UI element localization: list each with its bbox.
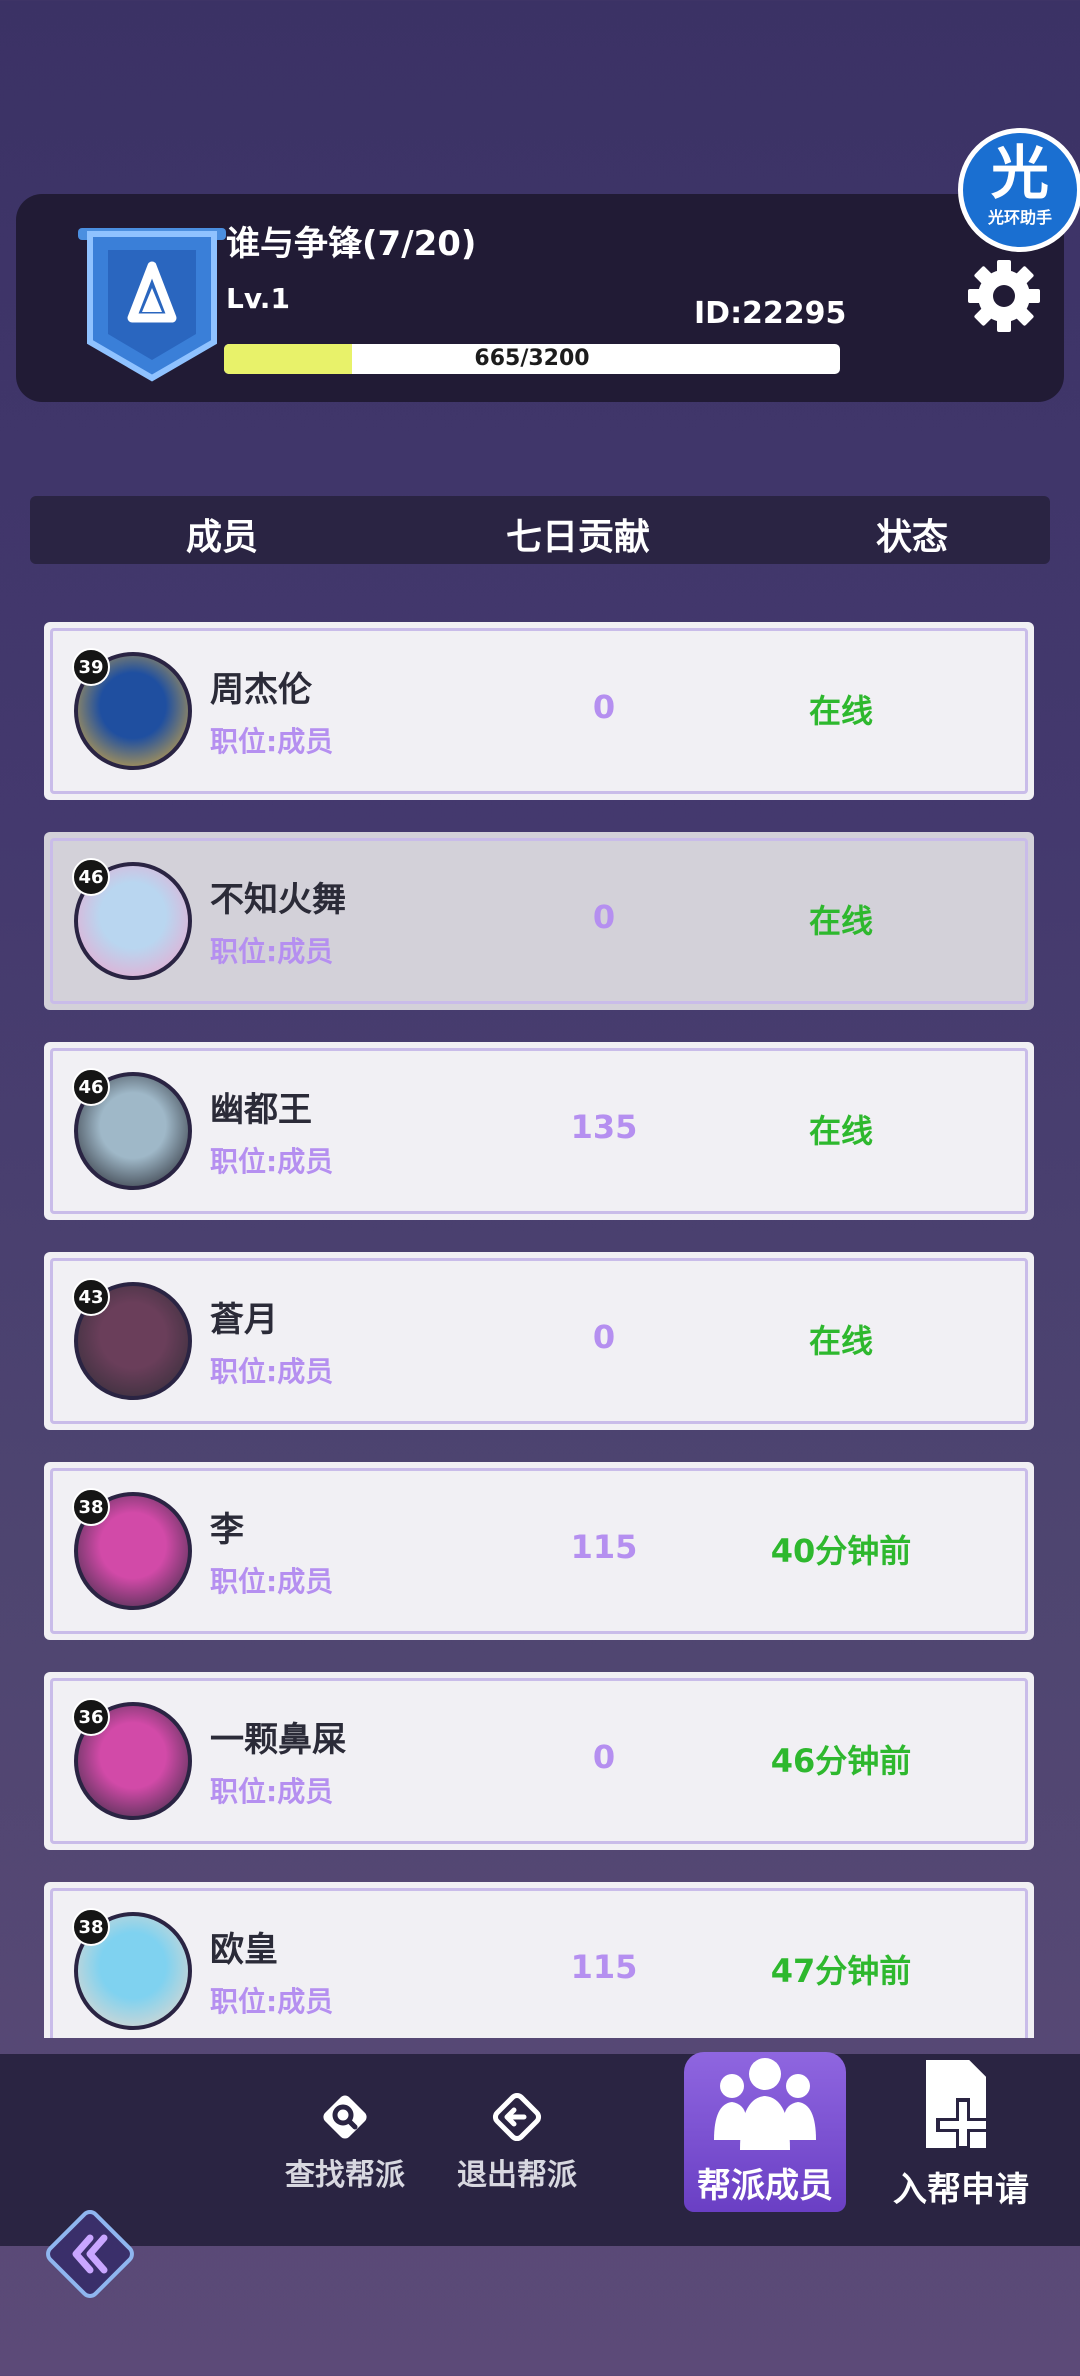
- nav-find-guild-label: 查找帮派: [285, 2158, 405, 2193]
- helper-badge-glyph: 光: [990, 139, 1049, 207]
- helper-assistant-badge[interactable]: 光 光环助手: [958, 128, 1080, 252]
- member-list[interactable]: 39 周杰伦 职位:成员 0 在线 46 不知火舞 职位:成员 0 在线 46 幽都王 职位:成员 135…: [44, 622, 1036, 2038]
- guild-info-card: 谁与争锋(7/20) Lv.1 ID:22295 665/3200: [16, 194, 1064, 402]
- member-row[interactable]: 46 幽都王职位:成员 135 在线: [44, 1042, 1034, 1220]
- member-status: 在线: [808, 902, 873, 940]
- member-role: 职位:成员: [210, 1985, 334, 2018]
- nav-leave-guild[interactable]: 退出帮派: [442, 2088, 592, 2194]
- nav-join-requests[interactable]: 入帮申请: [878, 2054, 1044, 2211]
- member-name: 不知火舞: [210, 880, 346, 920]
- member-contribution: 115: [570, 1528, 638, 1566]
- header-member: 成员: [186, 517, 259, 558]
- member-row[interactable]: 46 不知火舞职位:成员 0 在线: [44, 832, 1034, 1010]
- member-contribution: 0: [592, 688, 616, 726]
- member-row[interactable]: 38 李职位:成员 115 40分钟前: [44, 1462, 1034, 1640]
- member-status: 在线: [808, 1322, 873, 1360]
- member-row[interactable]: 36 一颗鼻屎职位:成员 0 46分钟前: [44, 1672, 1034, 1850]
- guild-level: Lv.1: [226, 282, 290, 315]
- member-contribution: 0: [592, 1738, 616, 1776]
- member-row[interactable]: 39 周杰伦职位:成员 0 在线: [44, 622, 1034, 800]
- guild-members-icon: [714, 2058, 816, 2150]
- member-contribution: 0: [592, 898, 616, 936]
- member-contribution: 115: [570, 1948, 638, 1986]
- member-role: 职位:成员: [210, 1355, 334, 1388]
- member-level-badge: 46: [72, 858, 110, 896]
- guild-xp-bar: 665/3200: [224, 344, 840, 374]
- member-table-header: 成员 七日贡献 状态: [30, 496, 1050, 564]
- member-status: 在线: [808, 1112, 873, 1150]
- member-role: 职位:成员: [210, 1145, 334, 1178]
- leave-guild-icon: [492, 2092, 542, 2142]
- guild-id: ID:22295: [694, 296, 847, 331]
- guild-banner-icon: [78, 228, 226, 382]
- helper-badge-label: 光环助手: [987, 208, 1052, 227]
- member-name: 蒼月: [210, 1300, 278, 1340]
- guild-xp-text: 665/3200: [474, 346, 590, 371]
- member-name: 周杰伦: [210, 670, 312, 710]
- member-contribution: 0: [592, 1318, 616, 1356]
- member-row[interactable]: 43 蒼月职位:成员 0 在线: [44, 1252, 1034, 1430]
- member-status: 在线: [808, 692, 873, 730]
- member-role: 职位:成员: [210, 1565, 334, 1598]
- member-name: 幽都王: [210, 1090, 312, 1130]
- member-name: 李: [210, 1510, 244, 1550]
- member-contribution: 135: [570, 1108, 638, 1146]
- member-role: 职位:成员: [210, 1775, 334, 1808]
- nav-guild-members[interactable]: 帮派成员: [684, 2054, 846, 2207]
- member-role: 职位:成员: [210, 935, 334, 968]
- back-button[interactable]: [40, 2204, 140, 2304]
- nav-join-requests-label: 入帮申请: [893, 2170, 1029, 2210]
- member-level-badge: 38: [72, 1908, 110, 1946]
- header-contribution: 七日贡献: [506, 517, 651, 558]
- nav-guild-members-label: 帮派成员: [697, 2166, 833, 2206]
- settings-gear-icon[interactable]: [966, 258, 1042, 334]
- member-level-badge: 43: [72, 1278, 110, 1316]
- header-status: 状态: [876, 517, 949, 558]
- member-role: 职位:成员: [210, 725, 334, 758]
- find-guild-icon: [323, 2095, 367, 2139]
- join-request-icon: [922, 2056, 990, 2152]
- member-status: 46分钟前: [770, 1742, 912, 1780]
- member-name: 欧皇: [210, 1930, 278, 1970]
- member-level-badge: 39: [72, 648, 110, 686]
- member-name: 一颗鼻屎: [210, 1720, 346, 1760]
- member-level-badge: 46: [72, 1068, 110, 1106]
- guild-name: 谁与争锋(7/20): [226, 224, 477, 264]
- member-level-badge: 38: [72, 1488, 110, 1526]
- member-row[interactable]: 38 欧皇职位:成员 115 47分钟前: [44, 1882, 1034, 2038]
- nav-leave-guild-label: 退出帮派: [457, 2158, 577, 2193]
- nav-find-guild[interactable]: 查找帮派: [270, 2088, 420, 2194]
- member-status: 47分钟前: [770, 1952, 912, 1990]
- member-level-badge: 36: [72, 1698, 110, 1736]
- member-status: 40分钟前: [770, 1532, 912, 1570]
